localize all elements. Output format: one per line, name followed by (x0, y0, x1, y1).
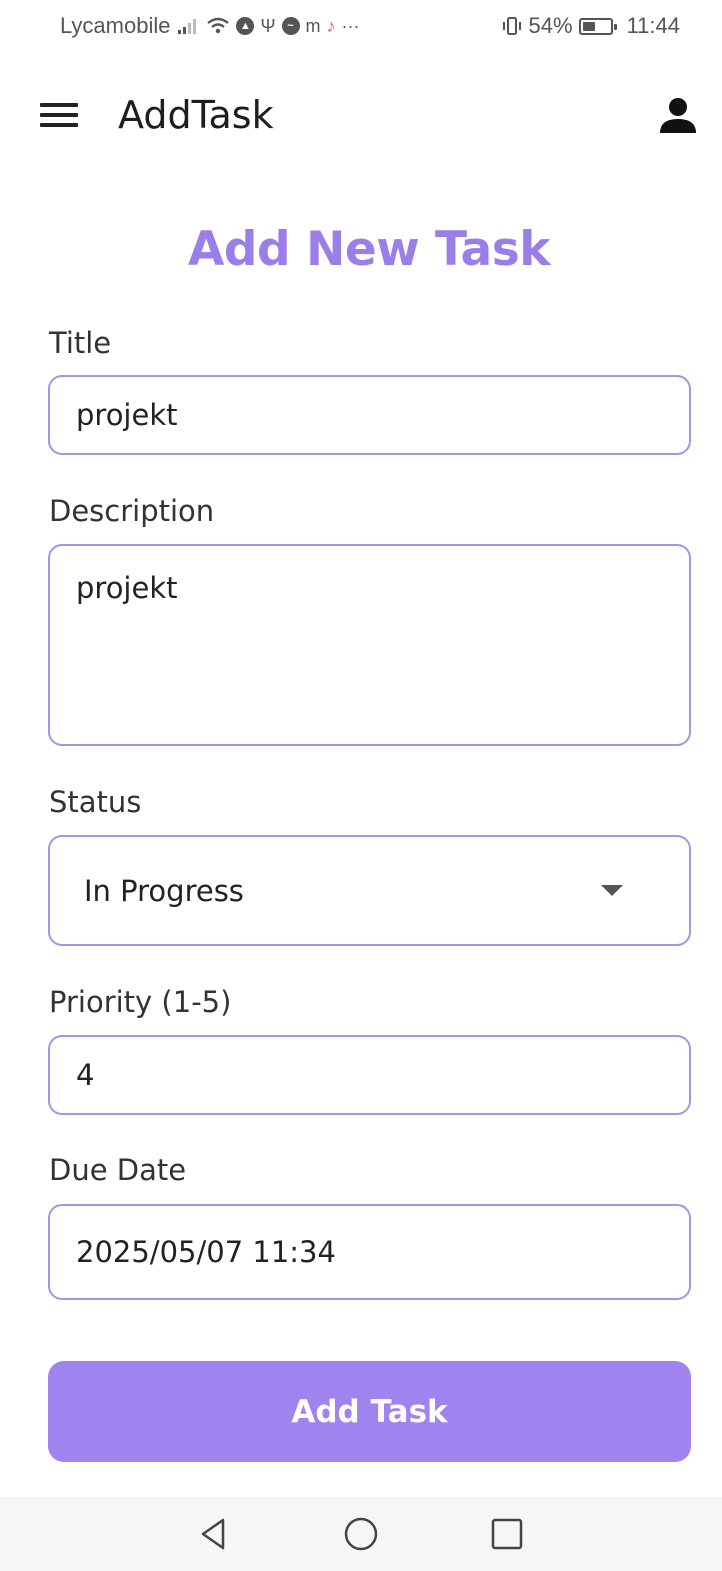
due-date-label: Due Date (49, 1153, 187, 1187)
description-input[interactable]: projekt (48, 544, 691, 746)
app-bar: AddTask (0, 72, 722, 158)
usb-icon: Ψ (260, 15, 276, 36)
wifi-icon (207, 17, 230, 34)
status-bar-right: 54% 11:44 (501, 13, 680, 39)
status-label: Status (49, 785, 142, 819)
navigation-icon: ▲ (236, 17, 255, 35)
menu-icon[interactable] (40, 103, 78, 127)
account-icon[interactable] (658, 95, 698, 135)
description-label: Description (49, 494, 215, 528)
priority-label: Priority (1-5) (49, 985, 232, 1019)
back-icon[interactable] (197, 1516, 233, 1552)
carrier-name: Lycamobile (60, 13, 171, 38)
clock: 11:44 (626, 13, 680, 38)
recents-icon[interactable] (489, 1516, 525, 1552)
signal-icon (178, 19, 197, 34)
mcdonalds-icon: m (305, 15, 321, 36)
dropdown-arrow-icon (601, 885, 623, 896)
page-title: Add New Task (188, 222, 550, 277)
battery-percent: 54% (528, 13, 573, 38)
title-label: Title (49, 326, 112, 360)
add-task-button[interactable]: Add Task (48, 1361, 691, 1462)
messenger-icon: ~ (281, 17, 300, 35)
status-bar-left: Lycamobile ▲ Ψ ~ m ♪ ··· (60, 13, 360, 39)
status-bar: Lycamobile ▲ Ψ ~ m ♪ ··· 54% 11:44 (0, 0, 722, 52)
status-select[interactable]: In Progress (48, 835, 691, 946)
home-icon[interactable] (343, 1516, 379, 1552)
due-date-input[interactable] (48, 1204, 691, 1300)
tiktok-icon: ♪ (326, 15, 336, 36)
battery-fill (582, 21, 595, 31)
battery-icon (578, 17, 617, 35)
title-input[interactable] (48, 375, 691, 455)
app-title: AddTask (118, 93, 274, 137)
status-selected-value: In Progress (84, 873, 244, 908)
priority-input[interactable] (48, 1035, 691, 1115)
vibrate-icon (502, 17, 521, 35)
system-nav-bar (0, 1497, 722, 1571)
more-icon: ··· (341, 15, 360, 36)
